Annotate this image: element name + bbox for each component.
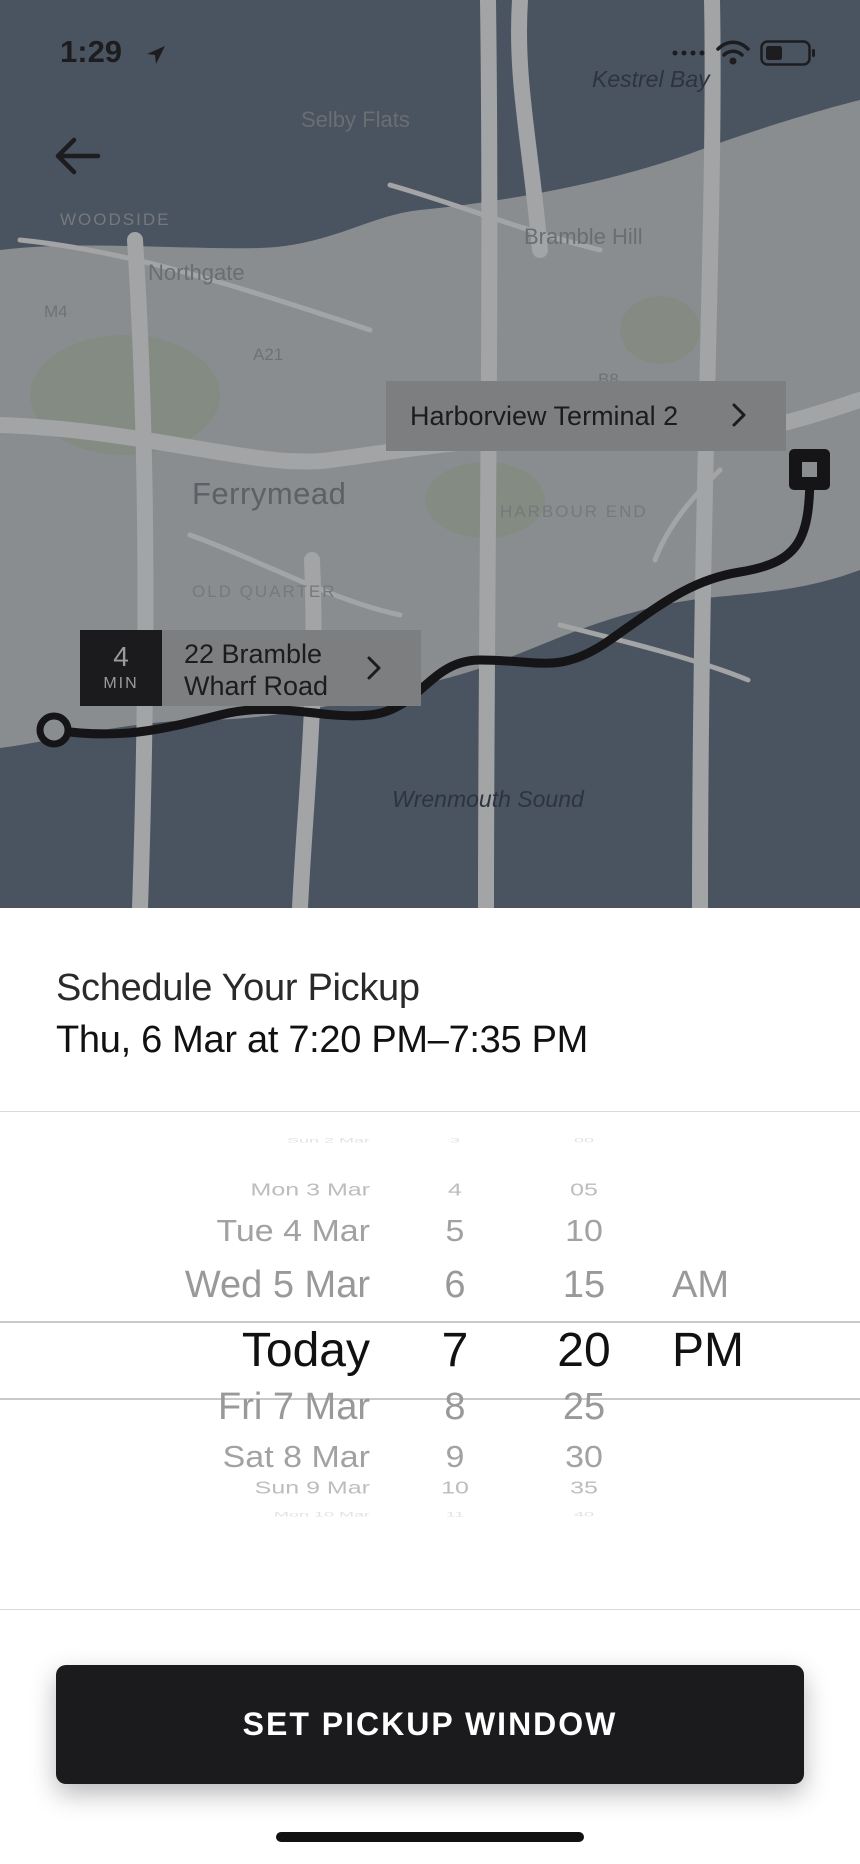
eta-unit: MIN bbox=[103, 675, 139, 692]
minute-option[interactable]: 20 bbox=[550, 1323, 618, 1378]
minute-option[interactable]: 15 bbox=[550, 1264, 618, 1307]
map-label-a21: A21 bbox=[253, 345, 284, 364]
minute-option[interactable]: 25 bbox=[550, 1386, 618, 1429]
chevron-right-icon bbox=[367, 656, 381, 680]
hour-option[interactable]: 8 bbox=[420, 1386, 490, 1429]
map-graphic bbox=[0, 0, 860, 908]
cellular-signal-icon bbox=[672, 50, 705, 56]
date-option[interactable]: Mon 10 Mar bbox=[274, 1511, 370, 1518]
origin-address: 22 Bramble Wharf Road bbox=[162, 630, 328, 706]
set-pickup-window-button[interactable]: SET PICKUP WINDOW bbox=[56, 1665, 804, 1784]
minute-option[interactable]: 40 bbox=[550, 1511, 618, 1518]
date-option[interactable]: Sun 9 Mar bbox=[255, 1478, 370, 1498]
hour-option[interactable]: 10 bbox=[420, 1478, 490, 1498]
minute-option[interactable]: 35 bbox=[550, 1478, 618, 1498]
period-wheel[interactable]: AM PM bbox=[672, 1140, 782, 1560]
arrow-left-icon bbox=[55, 137, 101, 175]
date-option[interactable]: Sat 8 Mar bbox=[223, 1440, 370, 1475]
map-label-harbour-end: HARBOUR END bbox=[500, 502, 648, 521]
chevron-right-icon bbox=[732, 403, 746, 427]
date-option[interactable]: Mon 3 Mar bbox=[251, 1180, 370, 1200]
minute-option[interactable]: 30 bbox=[550, 1440, 618, 1475]
divider bbox=[0, 1111, 860, 1112]
date-wheel[interactable]: Sun 2 Mar Mon 3 Mar Tue 4 Mar Wed 5 Mar Toda… bbox=[100, 1137, 370, 1560]
minute-option[interactable]: 10 bbox=[550, 1214, 618, 1249]
minute-option[interactable]: 05 bbox=[550, 1180, 618, 1200]
status-indicators bbox=[672, 40, 816, 66]
selected-window-summary: Thu, 6 Mar at 7:20 PM–7:35 PM bbox=[56, 1019, 589, 1061]
hour-option[interactable]: 5 bbox=[420, 1214, 490, 1249]
eta-badge: 4 MIN bbox=[80, 630, 162, 706]
date-option[interactable]: Tue 4 Mar bbox=[216, 1214, 370, 1249]
hour-option[interactable]: 3 bbox=[420, 1137, 490, 1144]
map-label-m4: M4 bbox=[44, 302, 68, 321]
park-area bbox=[620, 296, 700, 364]
status-time: 1:29 bbox=[60, 34, 123, 69]
time-window-picker[interactable]: Sun 2 Mar Mon 3 Mar Tue 4 Mar Wed 5 Mar Toda… bbox=[0, 1137, 860, 1560]
date-option[interactable]: Sun 2 Mar bbox=[287, 1137, 370, 1144]
eta-value: 4 bbox=[113, 641, 129, 672]
origin-callout[interactable]: 4 MIN 22 Bramble Wharf Road bbox=[80, 630, 421, 706]
map-label-bramble-hill: Bramble Hill bbox=[524, 224, 643, 249]
map-label-woodside: WOODSIDE bbox=[60, 210, 171, 229]
map-label-northgate: Northgate bbox=[148, 260, 245, 285]
origin-address-line1: 22 Bramble bbox=[184, 639, 323, 669]
divider bbox=[0, 1609, 860, 1610]
hour-option[interactable]: 9 bbox=[420, 1440, 490, 1475]
period-option[interactable]: PM bbox=[672, 1323, 744, 1378]
map-label-selby-flats: Selby Flats bbox=[301, 107, 410, 132]
sheet-title: Schedule Your Pickup bbox=[56, 967, 420, 1009]
map-label-kestrel-bay: Kestrel Bay bbox=[592, 66, 710, 92]
hour-option[interactable]: 4 bbox=[420, 1180, 490, 1200]
home-indicator[interactable] bbox=[276, 1832, 584, 1842]
destination-callout[interactable]: Harborview Terminal 2 bbox=[386, 381, 786, 451]
hour-option[interactable]: 11 bbox=[420, 1511, 490, 1518]
hour-option[interactable]: 6 bbox=[420, 1264, 490, 1307]
map-label-old-quarter: OLD QUARTER bbox=[192, 582, 337, 601]
battery-icon bbox=[760, 40, 815, 66]
date-option[interactable]: Fri 7 Mar bbox=[218, 1386, 370, 1429]
date-option[interactable]: Wed 5 Mar bbox=[185, 1264, 370, 1307]
minute-option[interactable]: 00 bbox=[550, 1137, 618, 1144]
location-arrow-icon bbox=[147, 46, 165, 64]
hour-wheel[interactable]: 3 4 5 6 7 8 9 10 11 bbox=[420, 1137, 490, 1560]
destination-name: Harborview Terminal 2 bbox=[410, 400, 679, 431]
wifi-icon bbox=[716, 40, 750, 65]
map-view[interactable]: Kestrel Bay Selby Flats WOODSIDE Bramble… bbox=[0, 0, 860, 908]
hour-option[interactable]: 7 bbox=[420, 1323, 490, 1378]
map-label-wrenmouth-sound: Wrenmouth Sound bbox=[392, 786, 584, 812]
date-option[interactable]: Today bbox=[242, 1323, 370, 1378]
back-button[interactable] bbox=[50, 128, 106, 184]
period-option[interactable]: AM bbox=[672, 1264, 729, 1307]
map-label-ferrymead: Ferrymead bbox=[192, 476, 347, 511]
origin-address-line2: Wharf Road bbox=[184, 671, 329, 701]
minute-wheel[interactable]: 00 05 10 15 20 25 30 35 40 bbox=[550, 1137, 618, 1560]
origin-marker bbox=[36, 712, 72, 748]
